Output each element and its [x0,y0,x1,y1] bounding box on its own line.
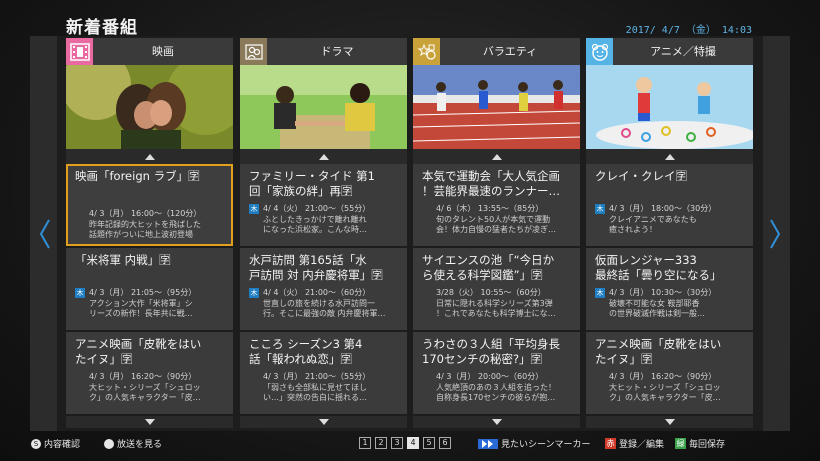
chevron-left-icon[interactable] [37,218,53,250]
watch-hint[interactable]: 放送を見る [104,437,162,450]
page-title: 新着番組 [66,18,138,38]
page-selector: 1 2 3 4 5 6 [359,437,452,449]
scroll-up-arrow[interactable] [586,149,753,164]
drama-icon [240,38,267,65]
chevron-right-icon[interactable] [767,218,783,250]
column-label: バラエティ [482,45,538,58]
footer-bar: S 内容確認 放送を見る 1 2 3 4 5 6 見たいシーンマーカー 赤 登録… [0,432,820,461]
scroll-down-arrow[interactable] [240,416,407,428]
column-label: 映画 [152,45,174,58]
column-header[interactable]: バラエティ [413,38,580,65]
anime-icon [586,38,613,65]
program-item[interactable]: アニメ映画「皮靴をはい たイヌ」🈑 4/ 3（月） 16:20～（90分） 大ヒ… [66,332,233,414]
page-number[interactable]: 2 [375,437,387,449]
column-movie: 映画 映画「foreign ラブ」🈑 4/ 3（月） 16:00～（120分） … [66,38,233,428]
program-item[interactable]: こころ シーズン3 第4 話「報われぬ恋」🈑 4/ 3（月） 21:00～（55… [240,332,407,414]
program-item[interactable]: 映画「foreign ラブ」🈑 4/ 3（月） 16:00～（120分） 昨年記… [66,164,233,246]
page-number[interactable]: 3 [391,437,403,449]
column-header[interactable]: アニメ／特撮 [586,38,753,65]
column-anime: アニメ／特撮 クレイ・クレイ🈑 木 4/ 3（月） 18:00～（30分） クレイ… [586,38,753,428]
thumbnail-image [413,65,580,149]
broadcast-badge: 木 [249,287,259,298]
column-label: ドラマ [320,45,354,58]
variety-icon [413,38,440,65]
program-item[interactable]: 水戸訪問 第165話「水 戸訪問 対 内弁慶将軍」🈑 木 4/ 4（火） 21:0… [240,248,407,330]
program-item[interactable]: 「米将軍 内戦」🈑 木 4/ 3（月） 21:05～（95分） アクション大作「米… [66,248,233,330]
scroll-down-arrow[interactable] [413,416,580,428]
thumbnail-image [586,65,753,149]
ok-key-icon [104,438,114,449]
thumbnail-image [240,65,407,149]
fast-forward-icon [478,438,498,449]
column-variety: バラエティ 本気で運動会「大人気企画 ！芸能界最速のランナー… 4/ 6（木） … [413,38,580,428]
thumbnail-image [66,65,233,149]
page-number[interactable]: 6 [439,437,451,449]
program-item[interactable]: うわさの３人組「平均身長 170センチの秘密?」🈑 4/ 3（月） 20:00～… [413,332,580,414]
column-drama: ドラマ ファミリー・タイド 第1 回「家族の絆」再🈑 木 4/ 4（火） 21:0… [240,38,407,428]
red-key-icon: 赤 [605,438,616,449]
program-item[interactable]: 本気で運動会「大人気企画 ！芸能界最速のランナー… 4/ 6（木） 13:55～… [413,164,580,246]
scroll-up-arrow[interactable] [240,149,407,164]
save-every-hint[interactable]: 緑 毎回保存 [675,437,725,450]
broadcast-badge: 木 [249,203,259,214]
scroll-up-arrow[interactable] [66,149,233,164]
broadcast-badge: 木 [595,287,605,298]
column-header[interactable]: ドラマ [240,38,407,65]
datetime-readout: 2017/ 4/7 （金） 14:03 [625,25,752,36]
register-hint[interactable]: 赤 登録／編集 [605,437,664,450]
broadcast-badge: 木 [595,203,605,214]
page-number[interactable]: 5 [423,437,435,449]
s-key-icon: S [31,438,41,449]
info-hint[interactable]: S 内容確認 [31,437,80,450]
program-item[interactable]: クレイ・クレイ🈑 木 4/ 3（月） 18:00～（30分） クレイアニメであなた… [586,164,753,246]
green-key-icon: 緑 [675,438,686,449]
program-item[interactable]: アニメ映画「皮靴をはい たイヌ」🈑 4/ 3（月） 16:20～（90分） 大ヒ… [586,332,753,414]
column-label: アニメ／特撮 [650,45,716,58]
program-item[interactable]: 仮面レンジャー333 最終話「曇り空になる」 木 4/ 3（月） 10:30～（3… [586,248,753,330]
program-item[interactable]: サイエンスの池「“今日か ら使える科学図鑑”」🈑 3/28（火） 10:55～（… [413,248,580,330]
page-number[interactable]: 1 [359,437,371,449]
page-number-selected[interactable]: 4 [407,437,419,449]
program-item[interactable]: ファミリー・タイド 第1 回「家族の絆」再🈑 木 4/ 4（火） 21:00～（5… [240,164,407,246]
film-icon [66,38,93,65]
broadcast-badge: 木 [75,287,85,298]
scroll-down-arrow[interactable] [66,416,233,428]
scroll-down-arrow[interactable] [586,416,753,428]
scroll-up-arrow[interactable] [413,149,580,164]
scene-marker-hint[interactable]: 見たいシーンマーカー [478,437,591,450]
column-header[interactable]: 映画 [66,38,233,65]
